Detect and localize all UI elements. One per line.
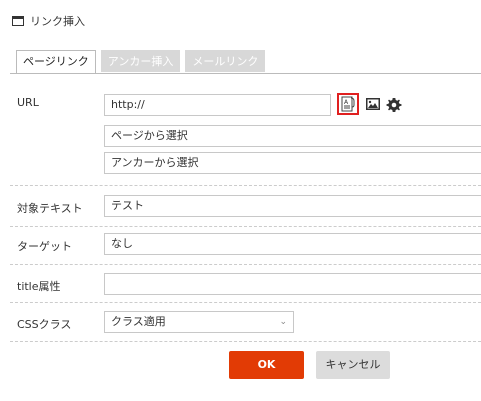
css-class-select[interactable]: クラス適用 ⌄ (104, 311, 294, 333)
url-label: URL (17, 96, 39, 109)
target-select[interactable]: なし (104, 233, 481, 255)
cancel-button[interactable]: キャンセル (316, 351, 390, 379)
tab-page-link[interactable]: ページリンク (16, 50, 96, 74)
target-text-label: 対象テキスト (17, 202, 83, 215)
divider (10, 226, 481, 227)
dialog-title: リンク挿入 (30, 15, 85, 28)
window-icon (12, 16, 24, 26)
title-attr-input[interactable] (104, 273, 481, 295)
cms-link-icon[interactable]: A (337, 93, 359, 115)
select-from-page-button[interactable]: ページから選択 (104, 125, 481, 147)
divider (10, 341, 481, 342)
chevron-down-icon: ⌄ (279, 317, 287, 327)
tab-anchor-insert[interactable]: アンカー挿入 (100, 50, 181, 72)
image-icon[interactable] (365, 97, 381, 111)
divider (10, 302, 481, 303)
tab-bar: ページリンク アンカー挿入 メールリンク (16, 50, 270, 74)
divider (10, 185, 481, 186)
tab-mail-link[interactable]: メールリンク (185, 50, 266, 72)
tab-underline (10, 73, 481, 74)
select-from-anchor-button[interactable]: アンカーから選択 (104, 152, 481, 174)
css-class-value: クラス適用 (111, 315, 166, 328)
title-attr-label: title属性 (17, 280, 61, 293)
divider (10, 264, 481, 265)
target-label: ターゲット (17, 240, 72, 253)
css-class-label: CSSクラス (17, 318, 72, 331)
target-text-input[interactable]: テスト (104, 195, 481, 217)
url-input[interactable]: http:// (104, 94, 331, 116)
dialog-header: リンク挿入 (12, 12, 85, 30)
gear-icon[interactable] (386, 97, 402, 113)
ok-button[interactable]: OK (229, 351, 304, 379)
